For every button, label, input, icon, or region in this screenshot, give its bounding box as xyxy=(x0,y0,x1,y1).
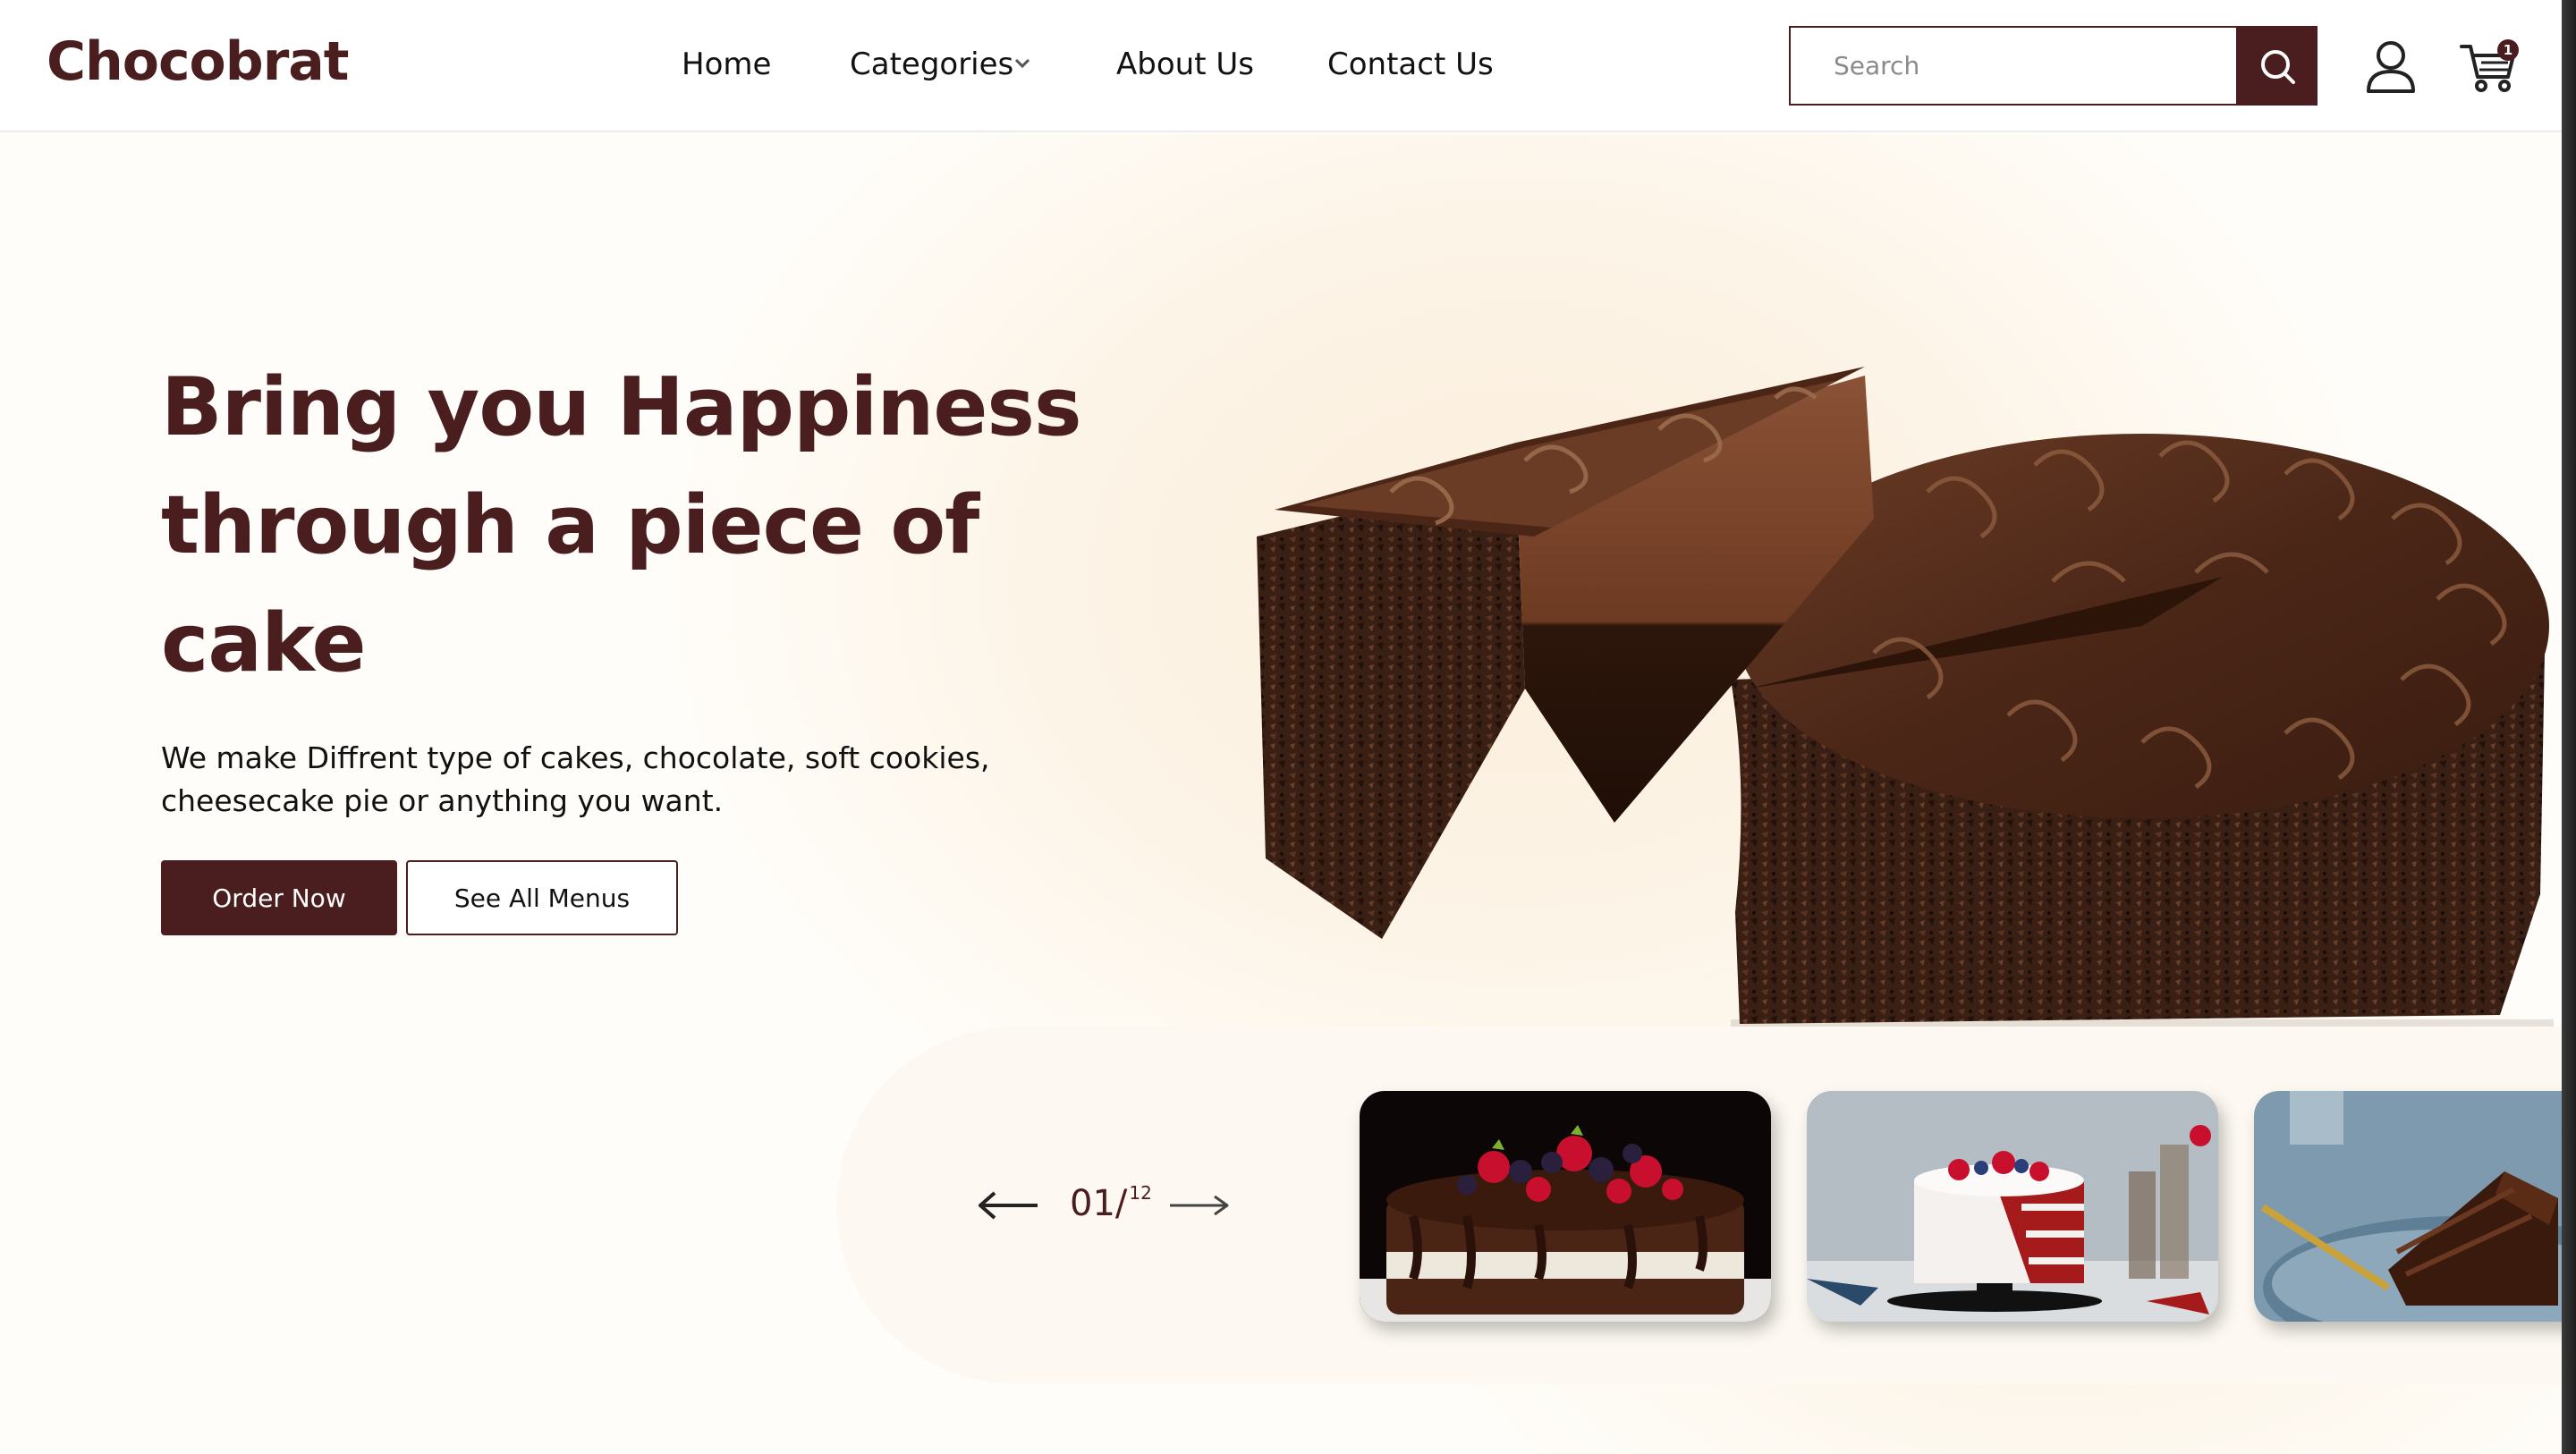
cart-count-badge: 1 xyxy=(2497,39,2519,61)
brand-logo[interactable]: Chocobrat xyxy=(47,30,349,93)
page: Chocobrat Home Categories About Us Conta… xyxy=(0,0,2562,1454)
window-edge xyxy=(2562,0,2576,1454)
search-icon xyxy=(2260,49,2295,84)
red-velvet-cake-image xyxy=(1807,1091,2218,1322)
hero-headline: Bring you Happiness through a piece of c… xyxy=(161,360,1082,690)
chocolate-slice-image xyxy=(2254,1091,2562,1322)
hero-subtext: We make Diffrent type of cakes, chocolat… xyxy=(161,740,990,818)
carousel-thumb-3[interactable] xyxy=(2254,1091,2562,1322)
arrow-right-icon[interactable] xyxy=(1168,1189,1231,1222)
order-now-button[interactable]: Order Now xyxy=(161,860,397,935)
search-input[interactable] xyxy=(1789,26,2238,106)
nav-categories[interactable]: Categories xyxy=(850,46,1013,82)
berry-chocolate-cake-image xyxy=(1360,1091,1771,1322)
carousel-thumb-1[interactable] xyxy=(1360,1091,1771,1322)
nav-home[interactable]: Home xyxy=(682,46,771,82)
hero-cake-image xyxy=(1257,367,2554,1061)
search-button[interactable] xyxy=(2236,26,2318,106)
carousel-thumb-2[interactable] xyxy=(1807,1091,2218,1322)
nav-about[interactable]: About Us xyxy=(1116,46,1254,82)
user-icon[interactable] xyxy=(2365,39,2417,93)
carousel-current: 01/ xyxy=(1070,1183,1128,1224)
navbar: Chocobrat Home Categories About Us Conta… xyxy=(0,0,2562,132)
nav-contact[interactable]: Contact Us xyxy=(1327,46,1494,82)
carousel-counter: 01/12 xyxy=(1070,1182,1152,1224)
carousel-total: 12 xyxy=(1129,1182,1152,1204)
arrow-left-icon[interactable] xyxy=(977,1189,1039,1222)
see-all-menus-button[interactable]: See All Menus xyxy=(406,860,678,935)
chevron-down-icon[interactable] xyxy=(1013,54,1032,73)
